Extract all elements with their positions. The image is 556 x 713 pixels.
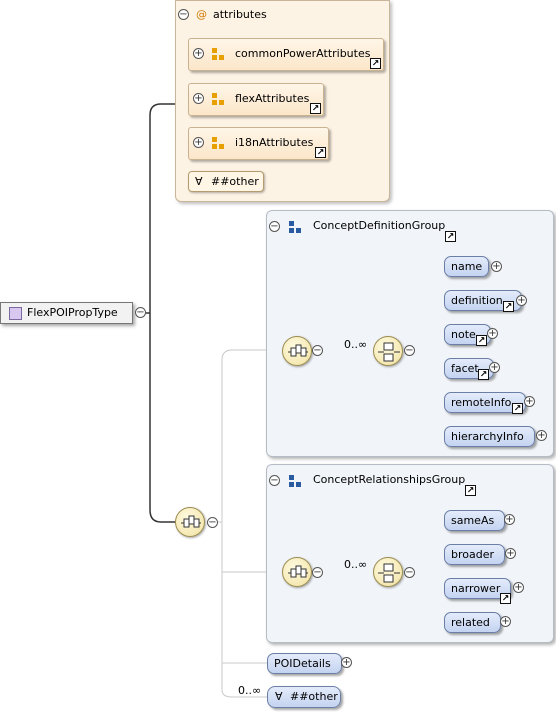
element-label: remoteInfo — [451, 396, 512, 409]
attributes-title: attributes — [213, 8, 267, 21]
attribute-group-label: i18nAttributes — [235, 136, 314, 149]
expand-icon[interactable]: + — [536, 430, 547, 441]
element-label: note — [451, 328, 476, 341]
any-attribute-box[interactable]: ∀ ##other — [188, 171, 264, 192]
collapse-icon[interactable]: − — [178, 9, 189, 20]
link-arrow-icon[interactable]: ↗ — [476, 335, 487, 346]
expand-icon[interactable]: + — [524, 396, 535, 407]
link-arrow-icon[interactable]: ↗ — [478, 369, 489, 380]
sequence-icon — [288, 565, 308, 578]
element-label: broader — [451, 548, 495, 561]
link-arrow-icon[interactable]: ↗ — [465, 485, 476, 496]
sequence-icon — [288, 344, 308, 357]
link-arrow-icon[interactable]: ↗ — [512, 403, 523, 414]
sequence-compositor-icon[interactable] — [175, 507, 205, 537]
collapse-icon[interactable]: − — [312, 567, 323, 578]
multiplicity-label: 0..∞ — [344, 558, 368, 571]
choice-compositor-icon[interactable] — [373, 336, 403, 366]
choice-icon — [378, 342, 400, 362]
element-label: sameAs — [451, 514, 495, 527]
attribute-group-icon — [212, 48, 224, 60]
collapse-icon[interactable]: − — [207, 517, 218, 528]
choice-compositor-icon[interactable] — [373, 557, 403, 587]
expand-icon[interactable]: + — [500, 616, 511, 627]
group-title: ConceptDefinitionGroup — [313, 219, 446, 232]
poi-details-element[interactable]: POIDetails — [267, 653, 342, 674]
multiplicity-label: 0..∞ — [238, 684, 262, 697]
attribute-group-box[interactable]: + commonPowerAttributes ↗ — [188, 38, 384, 71]
expand-icon[interactable]: + — [487, 328, 498, 339]
element-label: name — [451, 260, 483, 273]
expand-icon[interactable]: + — [489, 362, 500, 373]
sequence-compositor-icon[interactable] — [282, 557, 312, 587]
collapse-icon[interactable]: − — [269, 475, 280, 486]
element-label: definition — [451, 294, 503, 307]
any-icon: ∀ — [195, 175, 203, 188]
expand-icon[interactable]: + — [341, 657, 352, 668]
multiplicity-label: 0..∞ — [344, 338, 368, 351]
any-attribute-label: ##other — [211, 175, 259, 188]
expand-icon[interactable]: + — [505, 548, 516, 559]
expand-icon[interactable]: + — [513, 582, 524, 593]
element-label: narrower — [451, 582, 501, 595]
collapse-icon[interactable]: − — [404, 567, 415, 578]
attribute-group-icon — [212, 93, 224, 105]
any-element-box[interactable]: ∀ ##other — [267, 686, 341, 708]
expand-icon[interactable]: + — [193, 48, 204, 59]
element-box[interactable]: name — [444, 256, 490, 277]
expand-icon[interactable]: + — [193, 93, 204, 104]
attribute-group-box[interactable]: + flexAttributes ↗ — [188, 83, 324, 116]
element-label: facet — [451, 362, 479, 375]
element-label: hierarchyInfo — [451, 430, 524, 443]
collapse-icon[interactable]: − — [269, 221, 280, 232]
group-icon — [289, 475, 301, 487]
expand-icon[interactable]: + — [491, 261, 502, 272]
attribute-group-label: commonPowerAttributes — [235, 47, 371, 60]
link-arrow-icon[interactable]: ↗ — [500, 593, 511, 604]
choice-icon — [378, 563, 400, 583]
collapse-icon[interactable]: − — [312, 345, 323, 356]
expand-icon[interactable]: + — [504, 514, 515, 525]
group-icon — [289, 221, 301, 233]
group-title: ConceptRelationshipsGroup — [313, 473, 466, 486]
element-label: POIDetails — [274, 657, 331, 670]
link-arrow-icon[interactable]: ↗ — [310, 103, 321, 114]
attributes-panel: − @ attributes + commonPowerAttributes ↗… — [175, 0, 390, 202]
at-sign-icon: @ — [196, 8, 207, 21]
link-arrow-icon[interactable]: ↗ — [445, 231, 456, 242]
element-box[interactable]: related — [444, 612, 501, 633]
element-label: related — [451, 616, 490, 629]
element-box[interactable]: broader — [444, 544, 506, 565]
link-arrow-icon[interactable]: ↗ — [370, 58, 381, 69]
link-arrow-icon[interactable]: ↗ — [503, 301, 514, 312]
attribute-group-label: flexAttributes — [235, 92, 310, 105]
attribute-group-icon — [212, 137, 224, 149]
any-icon: ∀ — [275, 690, 283, 703]
element-box[interactable]: hierarchyInfo — [444, 426, 535, 447]
sequence-compositor-icon[interactable] — [282, 336, 312, 366]
link-arrow-icon[interactable]: ↗ — [315, 147, 326, 158]
root-element-label: FlexPOIPropType — [27, 306, 118, 319]
expand-icon[interactable]: + — [516, 295, 527, 306]
complex-type-icon — [9, 307, 22, 320]
collapse-icon[interactable]: − — [404, 345, 415, 356]
expand-icon[interactable]: + — [193, 137, 204, 148]
element-box[interactable]: sameAs — [444, 510, 506, 531]
collapse-icon[interactable]: − — [135, 307, 146, 318]
sequence-icon — [181, 515, 201, 528]
attribute-group-box[interactable]: + i18nAttributes ↗ — [188, 127, 329, 160]
root-element[interactable]: FlexPOIPropType — [0, 302, 133, 324]
concept-definition-group-panel: − ConceptDefinitionGroup ↗ — [266, 210, 554, 457]
any-element-label: ##other — [290, 690, 338, 703]
